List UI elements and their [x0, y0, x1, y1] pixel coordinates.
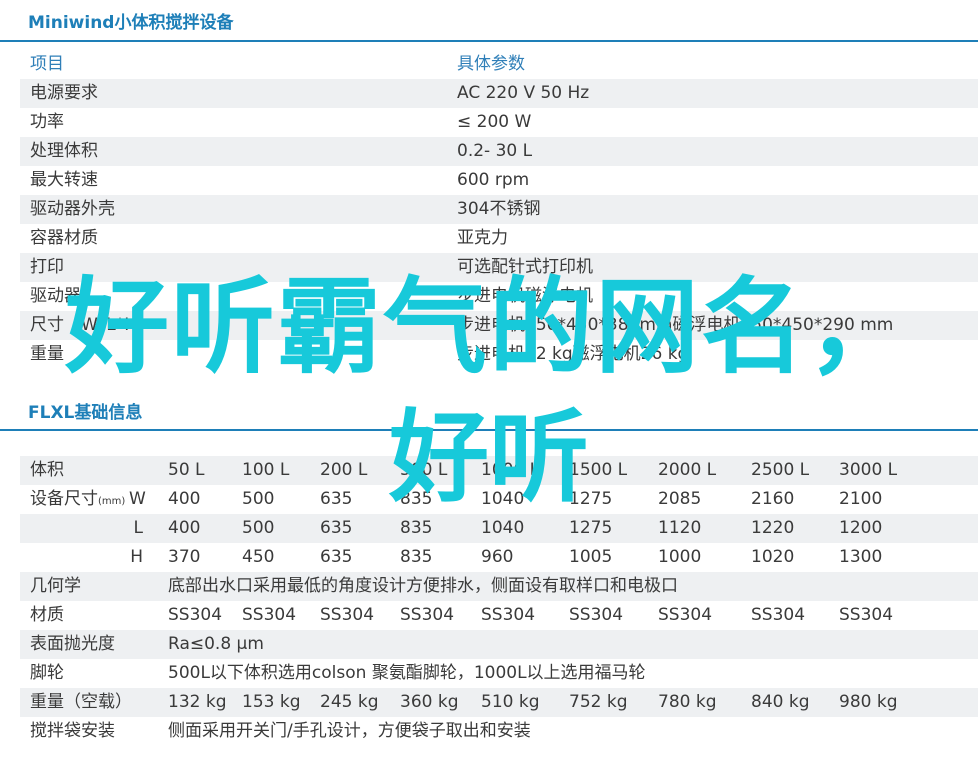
spec-value: 0.2- 30 L	[457, 141, 533, 161]
spec-value: 亚克力	[457, 228, 508, 248]
weight-row: 重量（空载） 132 kg 153 kg 245 kg 360 kg 510 kg 752 …	[20, 688, 978, 717]
overlay-title-line1: 好听霸气的网名，	[64, 266, 913, 388]
casters-row: 脚轮 500L以下体积选用colson 聚氨酯脚轮，1000L以上选用福马轮	[20, 659, 978, 688]
row-value: 245 kg	[320, 692, 379, 712]
row-value: SS304	[839, 605, 894, 625]
spec-label: 容器材质	[30, 228, 98, 248]
size-value: 1005	[569, 547, 613, 567]
row-value: 840 kg	[751, 692, 810, 712]
row-label: 几何学	[30, 576, 81, 596]
size-value: 835	[400, 518, 433, 538]
row-value: 752 kg	[569, 692, 628, 712]
spec-label: 功率	[30, 112, 64, 132]
spec-row: 最大转速 600 rpm	[20, 166, 978, 195]
row-value: SS304	[400, 605, 455, 625]
size-value: 1220	[751, 518, 795, 538]
size-value: 960	[481, 547, 514, 567]
section1-title: Miniwind小体积搅拌设备	[28, 13, 234, 33]
size-dimension: L	[133, 518, 143, 538]
row-label: 重量（空载）	[30, 692, 132, 712]
size-value: 370	[168, 547, 201, 567]
size-value: 450	[242, 547, 275, 567]
spec-value: AC 220 V 50 Hz	[457, 83, 590, 103]
spec-label: 电源要求	[30, 83, 98, 103]
spec-value: 304不锈钢	[457, 199, 541, 219]
size-value: 1020	[751, 547, 795, 567]
row-value: SS304	[320, 605, 375, 625]
row-value: 153 kg	[242, 692, 301, 712]
row-value: 侧面采用开关门/手孔设计，方便袋子取出和安装	[168, 721, 531, 741]
row-value: SS304	[168, 605, 223, 625]
row-value: 360 kg	[400, 692, 459, 712]
row-value: 780 kg	[658, 692, 717, 712]
row-label: 表面抛光度	[30, 634, 115, 654]
row-label: 材质	[30, 605, 64, 625]
row-value: SS304	[751, 605, 806, 625]
size-dimension: H	[130, 547, 143, 567]
size-row: L 400 500 635 835 1040 1275 1120 1220 1200	[20, 514, 978, 543]
size-value: 1275	[569, 518, 613, 538]
size-value: 1000	[658, 547, 702, 567]
size-row: H 370 450 635 835 960 1005 1000 1020 1300	[20, 543, 978, 572]
row-value: 980 kg	[839, 692, 898, 712]
polish-row: 表面抛光度 Ra≤0.8 μm	[20, 630, 978, 659]
row-value: 500L以下体积选用colson 聚氨酯脚轮，1000L以上选用福马轮	[168, 663, 646, 683]
spec-row: 功率 ≤ 200 W	[20, 108, 978, 137]
header-params: 具体参数	[457, 54, 525, 74]
row-value: SS304	[242, 605, 297, 625]
bag-row: 搅拌袋安装 侧面采用开关门/手孔设计，方便袋子取出和安装	[20, 717, 978, 746]
size-value: 400	[168, 518, 201, 538]
section1-header-row: 项目 具体参数	[20, 50, 978, 79]
geometry-row: 几何学 底部出水口采用最低的角度设计方便排水，侧面设有取样口和电极口	[20, 572, 978, 601]
row-value: 底部出水口采用最低的角度设计方便排水，侧面设有取样口和电极口	[168, 576, 678, 596]
spec-label: 最大转速	[30, 170, 98, 190]
spec-row: 电源要求 AC 220 V 50 Hz	[20, 79, 978, 108]
size-value: 1300	[839, 547, 883, 567]
size-value: 635	[320, 547, 353, 567]
overlay-title-line2: 好听	[389, 399, 589, 516]
spec-value: ≤ 200 W	[457, 112, 532, 132]
row-value: SS304	[481, 605, 536, 625]
row-label: 搅拌袋安装	[30, 721, 115, 741]
size-value: 635	[320, 518, 353, 538]
spec-value: 600 rpm	[457, 170, 530, 190]
spec-row: 容器材质 亚克力	[20, 224, 978, 253]
row-value: 132 kg	[168, 692, 227, 712]
size-value: 1040	[481, 518, 525, 538]
section1-rule	[0, 40, 978, 42]
spec-row: 驱动器外壳 304不锈钢	[20, 195, 978, 224]
size-value: 1120	[658, 518, 702, 538]
row-value: SS304	[658, 605, 713, 625]
size-value: 1200	[839, 518, 883, 538]
header-item: 项目	[30, 54, 64, 74]
row-value: SS304	[569, 605, 624, 625]
spec-row: 处理体积 0.2- 30 L	[20, 137, 978, 166]
row-value: 510 kg	[481, 692, 540, 712]
size-value: 500	[242, 518, 275, 538]
spec-label: 处理体积	[30, 141, 98, 161]
material-row: 材质 SS304 SS304 SS304 SS304 SS304 SS304 SS304 SS3…	[20, 601, 978, 630]
row-value: Ra≤0.8 μm	[168, 634, 264, 654]
row-label: 脚轮	[30, 663, 64, 683]
spec-label: 驱动器外壳	[30, 199, 115, 219]
size-value: 835	[400, 547, 433, 567]
